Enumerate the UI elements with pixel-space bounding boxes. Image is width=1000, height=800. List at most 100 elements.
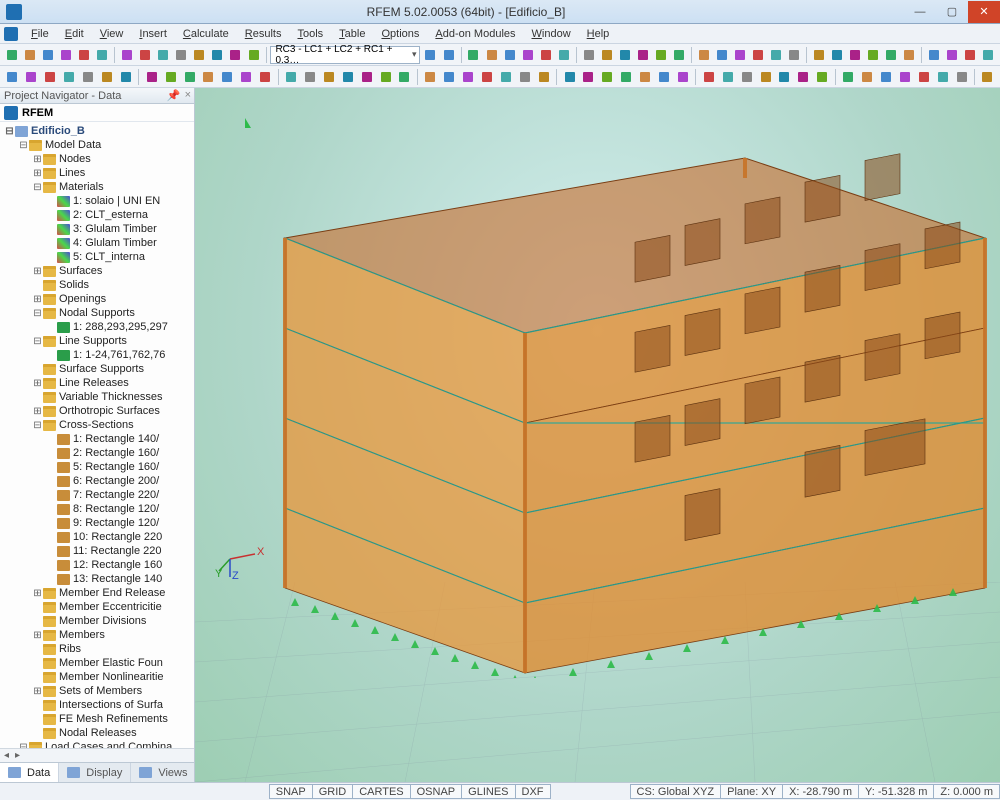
tb2-tool-37[interactable] [738, 68, 755, 86]
tb2-tool-7[interactable] [143, 68, 160, 86]
tree-item[interactable]: Member Elastic Foun [0, 656, 194, 670]
tb2-tool-28[interactable] [561, 68, 578, 86]
tb2-tool-34[interactable] [675, 68, 692, 86]
tb2-tool-16[interactable] [320, 68, 337, 86]
navigator-tab-data[interactable]: Data [0, 763, 59, 782]
navigator-tab-display[interactable]: Display [59, 763, 131, 782]
tree-item[interactable]: Member Eccentricitie [0, 600, 194, 614]
loadcase-prev-button[interactable] [422, 46, 438, 64]
save-button[interactable] [40, 46, 56, 64]
tb2-tool-36[interactable] [719, 68, 736, 86]
menu-insert[interactable]: Insert [132, 26, 174, 42]
menu-file[interactable]: File [24, 26, 56, 42]
tree-item[interactable]: Member Nonlinearitie [0, 670, 194, 684]
status-toggle-dxf[interactable]: DXF [515, 784, 551, 799]
tb1-tool-2[interactable] [502, 46, 518, 64]
tb2-tool-42[interactable] [840, 68, 857, 86]
tb1-view-4[interactable] [191, 46, 207, 64]
expander-icon[interactable]: ⊟ [32, 182, 43, 193]
tb2-tool-5[interactable] [99, 68, 116, 86]
tb2-tool-8[interactable] [162, 68, 179, 86]
expander-icon[interactable]: ⊞ [32, 686, 43, 697]
tree-item[interactable]: ⊟Cross-Sections [0, 418, 194, 432]
tree-item[interactable]: Member Divisions [0, 614, 194, 628]
tree-item[interactable]: 11: Rectangle 220 [0, 544, 194, 558]
tb2-tool-22[interactable] [441, 68, 458, 86]
tb1-tool-1[interactable] [484, 46, 500, 64]
menu-add-on-modules[interactable]: Add-on Modules [428, 26, 522, 42]
tree-item[interactable]: ⊞Member End Release [0, 586, 194, 600]
menu-help[interactable]: Help [580, 26, 617, 42]
tree-item[interactable]: ⊞Openings [0, 292, 194, 306]
tree-item[interactable]: Variable Thicknesses [0, 390, 194, 404]
tb2-tool-27[interactable] [535, 68, 552, 86]
tree-item[interactable]: ⊞Members [0, 628, 194, 642]
tb2-tool-6[interactable] [117, 68, 134, 86]
tb2-tool-11[interactable] [219, 68, 236, 86]
expander-icon[interactable]: ⊟ [32, 336, 43, 347]
expander-icon[interactable]: ⊞ [32, 630, 43, 641]
tb2-tool-39[interactable] [776, 68, 793, 86]
tb2-tool-40[interactable] [795, 68, 812, 86]
tb2-tool-3[interactable] [61, 68, 78, 86]
tb2-tool-35[interactable] [700, 68, 717, 86]
tb1-tool-17[interactable] [786, 46, 802, 64]
tb2-tool-23[interactable] [460, 68, 477, 86]
tree-item[interactable]: 4: Glulam Timber [0, 236, 194, 250]
tb2-tool-1[interactable] [23, 68, 40, 86]
tb2-tool-32[interactable] [637, 68, 654, 86]
tb2-tool-10[interactable] [200, 68, 217, 86]
tb1-tool-6[interactable] [581, 46, 597, 64]
tb1-tool-22[interactable] [883, 46, 899, 64]
redo-button[interactable] [94, 46, 110, 64]
menu-table[interactable]: Table [332, 26, 372, 42]
tb1-tool-21[interactable] [865, 46, 881, 64]
tree-item[interactable]: ⊟Nodal Supports [0, 306, 194, 320]
tree-item[interactable]: 1: 288,293,295,297 [0, 320, 194, 334]
tree-item[interactable]: 5: CLT_interna [0, 250, 194, 264]
tb1-tool-24[interactable] [926, 46, 942, 64]
tree-item[interactable]: ⊟Edificio_B [0, 124, 194, 138]
status-toggle-cartes[interactable]: CARTES [352, 784, 410, 799]
tb1-tool-11[interactable] [671, 46, 687, 64]
tree-item[interactable]: ⊞Sets of Members [0, 684, 194, 698]
tree-item[interactable]: 2: CLT_esterna [0, 208, 194, 222]
expander-icon[interactable]: ⊞ [32, 168, 43, 179]
tb1-view-5[interactable] [209, 46, 225, 64]
status-toggle-osnap[interactable]: OSNAP [410, 784, 463, 799]
tb1-tool-3[interactable] [520, 46, 536, 64]
tb2-tool-4[interactable] [80, 68, 97, 86]
expander-icon[interactable]: ⊞ [32, 154, 43, 165]
tb2-tool-14[interactable] [283, 68, 300, 86]
navigator-root-row[interactable]: RFEM [0, 104, 194, 122]
tree-item[interactable]: 13: Rectangle 140 [0, 572, 194, 586]
navigator-pin-icon[interactable]: 📌 [167, 89, 181, 102]
menu-results[interactable]: Results [238, 26, 289, 42]
tb1-view-2[interactable] [155, 46, 171, 64]
load-case-combo[interactable]: RC3 - LC1 + LC2 + RC1 + 0.3… [270, 46, 420, 64]
undo-button[interactable] [76, 46, 92, 64]
tb1-tool-25[interactable] [944, 46, 960, 64]
tb1-tool-4[interactable] [538, 46, 554, 64]
tree-item[interactable]: ⊞Surfaces [0, 264, 194, 278]
tb1-tool-10[interactable] [653, 46, 669, 64]
tb2-tool-0[interactable] [4, 68, 21, 86]
tb2-tool-44[interactable] [878, 68, 895, 86]
tb1-tool-13[interactable] [714, 46, 730, 64]
navigator-close-icon[interactable]: × [185, 89, 191, 102]
tree-item[interactable]: 2: Rectangle 160/ [0, 446, 194, 460]
tb1-tool-9[interactable] [635, 46, 651, 64]
close-button[interactable]: ✕ [968, 1, 1000, 23]
tb1-view-3[interactable] [173, 46, 189, 64]
tree-item[interactable]: 5: Rectangle 160/ [0, 460, 194, 474]
print-button[interactable] [58, 46, 74, 64]
tree-item[interactable]: ⊞Line Releases [0, 376, 194, 390]
expander-icon[interactable]: ⊟ [18, 140, 29, 151]
expander-icon[interactable]: ⊞ [32, 266, 43, 277]
status-toggle-snap[interactable]: SNAP [269, 784, 313, 799]
tb1-view-6[interactable] [227, 46, 243, 64]
tree-item[interactable]: 1: solaio | UNI EN [0, 194, 194, 208]
tb2-tool-18[interactable] [358, 68, 375, 86]
tree-item[interactable]: ⊞Nodes [0, 152, 194, 166]
tb2-tool-47[interactable] [934, 68, 951, 86]
